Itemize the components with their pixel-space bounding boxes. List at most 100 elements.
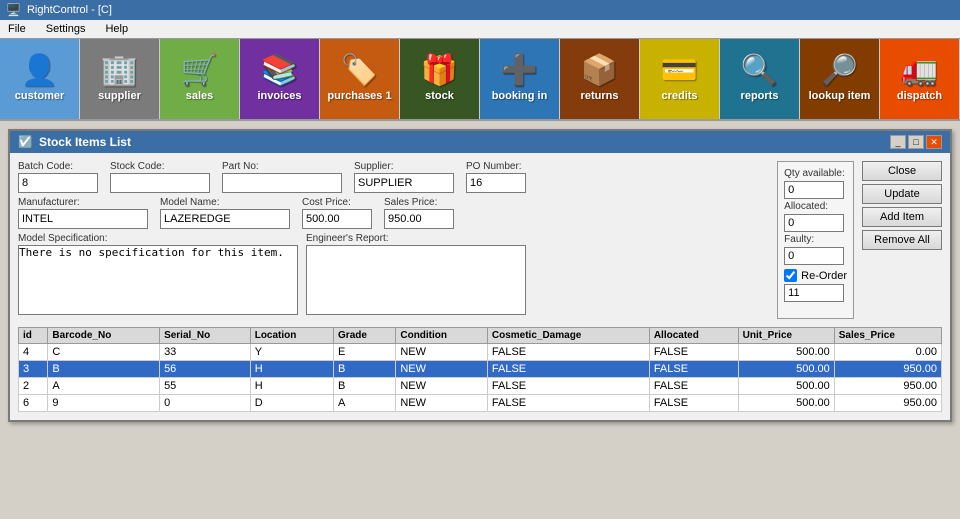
table-cell: 6	[19, 395, 48, 412]
table-row[interactable]: 4C33YENEWFALSEFALSE500.000.00	[19, 344, 942, 361]
table-cell: 2	[19, 378, 48, 395]
form-area: Batch Code: Stock Code: Part No: Supplie…	[10, 153, 950, 327]
table-cell: 55	[160, 378, 251, 395]
table-cell: 4	[19, 344, 48, 361]
th-location: Location	[250, 328, 333, 344]
table-cell: FALSE	[487, 395, 649, 412]
stock-icon: 🎁	[421, 56, 458, 86]
right-side: Qty available: Allocated: Faulty: Re-Ord…	[777, 161, 942, 319]
dispatch-icon: 🚛	[901, 56, 938, 86]
table-cell: 9	[48, 395, 160, 412]
toolbar: 👤 customer 🏢 supplier 🛒 sales 📚 invoices…	[0, 39, 960, 121]
table-cell: FALSE	[487, 378, 649, 395]
th-allocated: Allocated	[649, 328, 738, 344]
dialog-controls: _ □ ✕	[890, 135, 942, 149]
menu-help[interactable]: Help	[101, 22, 132, 36]
dialog-close[interactable]: ✕	[926, 135, 942, 149]
purchases-icon: 🏷️	[341, 56, 378, 86]
toolbar-customer[interactable]: 👤 customer	[0, 39, 80, 119]
menu-file[interactable]: File	[4, 22, 30, 36]
table-cell: E	[334, 344, 396, 361]
form-row-1: Batch Code: Stock Code: Part No: Supplie…	[18, 161, 769, 193]
toolbar-credits[interactable]: 💳 credits	[640, 39, 720, 119]
dispatch-label: dispatch	[897, 90, 942, 102]
reorder-value-input[interactable]	[784, 284, 844, 302]
purchases-label: purchases 1	[327, 90, 391, 102]
table-row[interactable]: 2A55HBNEWFALSEFALSE500.00950.00	[19, 378, 942, 395]
table-cell: 950.00	[834, 378, 941, 395]
dialog-minimize[interactable]: _	[890, 135, 906, 149]
batch-code-label: Batch Code:	[18, 161, 98, 172]
toolbar-invoices[interactable]: 📚 invoices	[240, 39, 320, 119]
menu-settings[interactable]: Settings	[42, 22, 90, 36]
returns-label: returns	[581, 90, 619, 102]
table-cell: FALSE	[487, 361, 649, 378]
stock-code-label: Stock Code:	[110, 161, 210, 172]
toolbar-supplier[interactable]: 🏢 supplier	[80, 39, 160, 119]
allocated-input[interactable]	[784, 214, 844, 232]
toolbar-booking-in[interactable]: ➕ booking in	[480, 39, 560, 119]
po-number-input[interactable]	[466, 173, 526, 193]
toolbar-stock[interactable]: 🎁 stock	[400, 39, 480, 119]
supplier-input[interactable]	[354, 173, 454, 193]
remove-all-button[interactable]: Remove All	[862, 230, 942, 250]
dialog-icon: ☑️	[18, 135, 33, 149]
engineers-report-textarea[interactable]	[306, 245, 526, 315]
toolbar-lookup-item[interactable]: 🔎 lookup item	[800, 39, 880, 119]
lookup-icon: 🔎	[821, 56, 858, 86]
model-spec-group: Model Specification: There is no specifi…	[18, 233, 298, 315]
dialog-title-text: Stock Items List	[39, 135, 131, 149]
model-name-input[interactable]	[160, 209, 290, 229]
stock-code-group: Stock Code:	[110, 161, 210, 193]
app-title: RightControl - [C]	[27, 4, 112, 16]
stock-code-input[interactable]	[110, 173, 210, 193]
dialog-maximize[interactable]: □	[908, 135, 924, 149]
table-cell: 950.00	[834, 395, 941, 412]
table-cell: B	[334, 361, 396, 378]
manufacturer-input[interactable]	[18, 209, 148, 229]
booking-label: booking in	[492, 90, 548, 102]
qty-available-input[interactable]	[784, 181, 844, 199]
table-cell: D	[250, 395, 333, 412]
toolbar-returns[interactable]: 📦 returns	[560, 39, 640, 119]
cost-price-input[interactable]	[302, 209, 372, 229]
model-name-label: Model Name:	[160, 197, 290, 208]
model-name-group: Model Name:	[160, 197, 290, 229]
table-cell: NEW	[396, 361, 488, 378]
toolbar-sales[interactable]: 🛒 sales	[160, 39, 240, 119]
cost-price-label: Cost Price:	[302, 197, 372, 208]
sales-price-label: Sales Price:	[384, 197, 454, 208]
toolbar-dispatch[interactable]: 🚛 dispatch	[880, 39, 960, 119]
table-cell: FALSE	[649, 395, 738, 412]
table-area: id Barcode_No Serial_No Location Grade C…	[10, 327, 950, 420]
th-serial: Serial_No	[160, 328, 251, 344]
lookup-label: lookup item	[809, 90, 871, 102]
toolbar-reports[interactable]: 🔍 reports	[720, 39, 800, 119]
sales-price-input[interactable]	[384, 209, 454, 229]
table-row[interactable]: 3B56HBNEWFALSEFALSE500.00950.00	[19, 361, 942, 378]
table-cell: B	[48, 361, 160, 378]
table-row[interactable]: 690DANEWFALSEFALSE500.00950.00	[19, 395, 942, 412]
faulty-input[interactable]	[784, 247, 844, 265]
batch-code-group: Batch Code:	[18, 161, 98, 193]
th-cosmetic: Cosmetic_Damage	[487, 328, 649, 344]
table-cell: 3	[19, 361, 48, 378]
returns-icon: 📦	[581, 56, 618, 86]
close-button[interactable]: Close	[862, 161, 942, 181]
text-areas-row: Model Specification: There is no specifi…	[18, 233, 769, 315]
table-cell: 0	[160, 395, 251, 412]
invoices-icon: 📚	[261, 56, 298, 86]
table-cell: A	[334, 395, 396, 412]
qty-available-label: Qty available:	[784, 168, 847, 179]
add-item-button[interactable]: Add Item	[862, 207, 942, 227]
table-cell: B	[334, 378, 396, 395]
reorder-checkbox[interactable]	[784, 269, 797, 282]
part-no-input[interactable]	[222, 173, 342, 193]
toolbar-purchases[interactable]: 🏷️ purchases 1	[320, 39, 400, 119]
batch-code-input[interactable]	[18, 173, 98, 193]
form-row-2: Manufacturer: Model Name: Cost Price: Sa…	[18, 197, 769, 229]
part-no-group: Part No:	[222, 161, 342, 193]
po-number-label: PO Number:	[466, 161, 526, 172]
update-button[interactable]: Update	[862, 184, 942, 204]
model-spec-textarea[interactable]: There is no specification for this item.	[18, 245, 298, 315]
